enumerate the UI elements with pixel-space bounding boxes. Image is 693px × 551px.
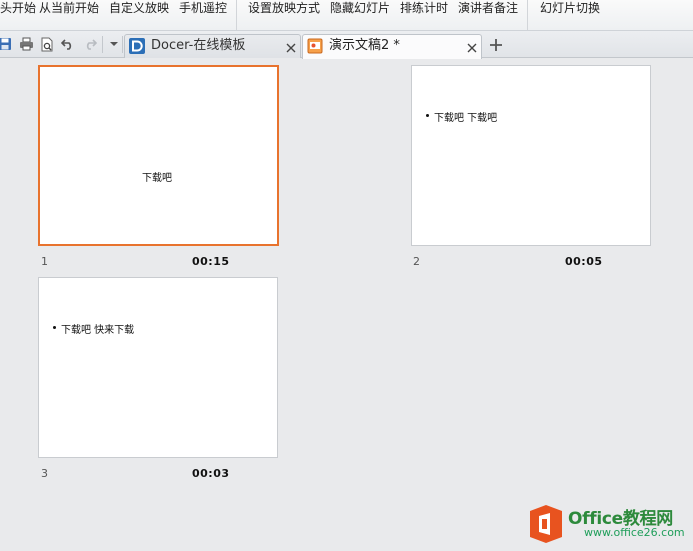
slide-bullet-text: 下载吧 快来下载 (61, 325, 135, 336)
tab-presentation2[interactable]: 演示文稿2 * (302, 34, 482, 59)
undo-icon[interactable] (60, 36, 76, 52)
print-preview-icon[interactable] (39, 36, 55, 52)
customize-dropdown-icon[interactable] (106, 36, 122, 52)
save-icon[interactable] (0, 36, 13, 52)
from-start-button[interactable]: 从头开始 (0, 1, 36, 15)
new-tab-plus-icon[interactable] (488, 37, 504, 53)
ribbon-separator (527, 0, 528, 30)
from-current-button[interactable]: 从当前开始 (39, 1, 99, 15)
toolbar-separator (122, 36, 123, 53)
print-icon[interactable] (18, 36, 34, 52)
presentation-icon (307, 38, 323, 54)
close-icon[interactable] (285, 40, 297, 53)
ribbon-separator (236, 0, 237, 30)
slide-thumbnail-3[interactable]: 下载吧 快来下载 (38, 277, 278, 458)
speaker-notes-button[interactable]: 演讲者备注 (458, 1, 518, 15)
slide-timing: 00:05 (565, 255, 603, 268)
toolbar-separator (102, 36, 103, 53)
phone-remote-button[interactable]: 手机遥控 (179, 1, 227, 15)
slide-bullet-text: 下载吧 下载吧 (434, 113, 498, 124)
slide-title-text: 下载吧 (142, 173, 172, 184)
watermark-url: www.office26.com (584, 526, 685, 539)
setup-show-button[interactable]: 设置放映方式 (248, 1, 320, 15)
ribbon: 从头开始 从当前开始 自定义放映 手机遥控 设置放映方式 隐藏幻灯片 排练计时 … (0, 0, 693, 31)
hide-slide-button[interactable]: 隐藏幻灯片 (330, 1, 390, 15)
slide-timing: 00:03 (192, 467, 230, 480)
watermark: Office教程网 www.office26.com (528, 500, 693, 551)
redo-icon[interactable] (82, 36, 98, 52)
rehearse-timing-button[interactable]: 排练计时 (400, 1, 448, 15)
close-icon[interactable] (466, 40, 478, 53)
slide-number: 2 (413, 255, 420, 268)
slide-number: 1 (41, 255, 48, 268)
slide-transition-button[interactable]: 幻灯片切换 (540, 1, 600, 15)
docer-d-icon (129, 38, 145, 54)
tab-docer-templates[interactable]: Docer-在线模板 (124, 34, 301, 58)
custom-show-button[interactable]: 自定义放映 (109, 1, 169, 15)
bullet-dot (426, 114, 429, 117)
office-logo-icon (528, 504, 564, 544)
slide-number: 3 (41, 467, 48, 480)
bullet-dot (53, 326, 56, 329)
slide-timing: 00:15 (192, 255, 230, 268)
tab-label: 演示文稿2 * (329, 38, 400, 53)
tab-label: Docer-在线模板 (151, 38, 246, 53)
slide-thumbnail-2[interactable]: 下载吧 下载吧 (411, 65, 651, 246)
tab-bar: Docer-在线模板 演示文稿2 * (0, 31, 693, 59)
slide-thumbnail-1[interactable]: 下载吧 (38, 65, 279, 246)
